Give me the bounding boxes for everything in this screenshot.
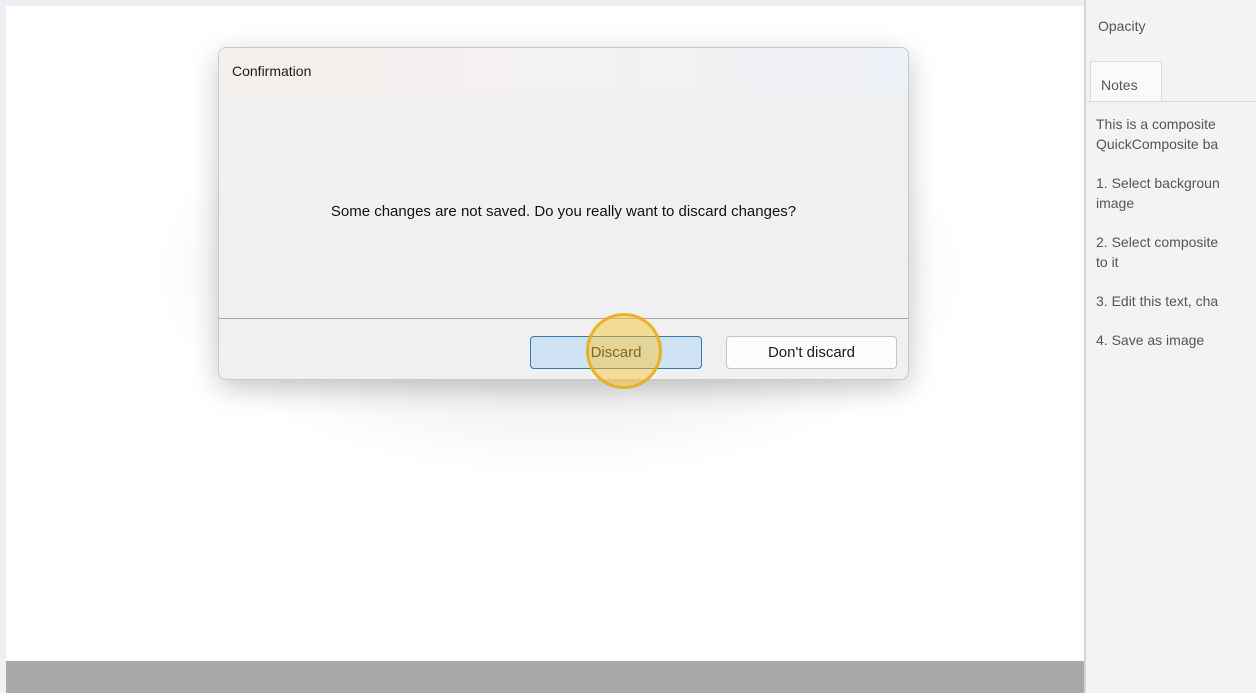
opacity-label: Opacity: [1098, 18, 1146, 34]
status-bar: [6, 661, 1084, 693]
notes-line: 3. Edit this text, cha: [1096, 293, 1219, 309]
discard-button[interactable]: Discard: [530, 336, 702, 369]
dialog-divider: [219, 318, 908, 319]
dialog-titlebar[interactable]: Confirmation: [219, 48, 908, 94]
tab-notes[interactable]: Notes: [1090, 61, 1162, 101]
notes-text-area[interactable]: This is a composite QuickComposite ba 1.…: [1096, 114, 1256, 369]
notes-line: 4. Save as image: [1096, 332, 1205, 348]
panel-tabs: Notes: [1086, 61, 1256, 102]
confirmation-dialog: Confirmation Some changes are not saved.…: [218, 47, 909, 380]
app-window: Opacity Notes This is a composite QuickC…: [0, 0, 1256, 693]
dont-discard-button[interactable]: Don't discard: [726, 336, 897, 369]
dialog-message: Some changes are not saved. Do you reall…: [330, 203, 797, 220]
notes-line: 2. Select composite to it: [1096, 234, 1219, 270]
notes-line: 1. Select backgroun image: [1096, 175, 1220, 211]
notes-line: This is a composite QuickComposite ba: [1096, 116, 1219, 152]
properties-panel: Opacity Notes This is a composite QuickC…: [1086, 0, 1256, 693]
dialog-title: Confirmation: [232, 63, 312, 79]
